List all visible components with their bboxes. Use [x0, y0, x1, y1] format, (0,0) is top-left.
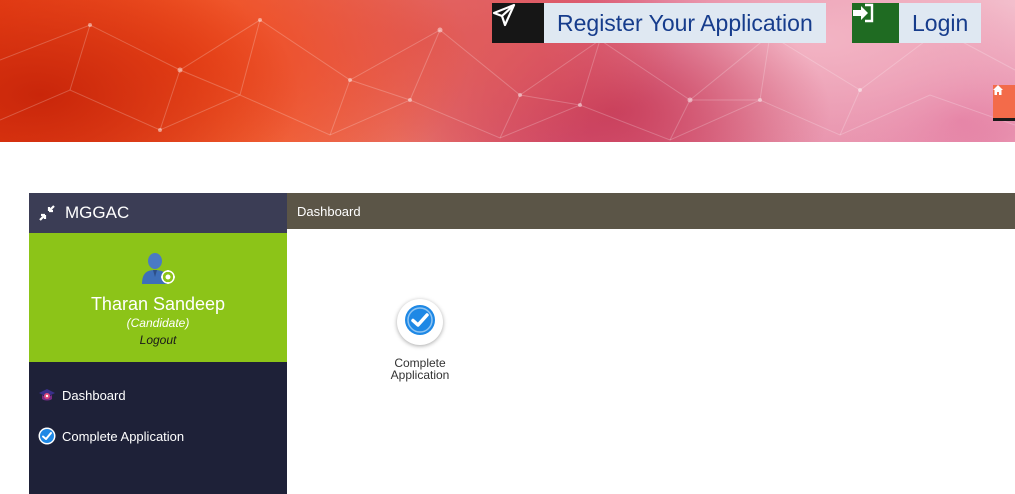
sidebar-item-complete-application[interactable]: Complete Application: [29, 426, 287, 446]
logout-link[interactable]: Logout: [140, 333, 177, 347]
graduation-cap-icon: [38, 386, 56, 404]
complete-application-tile[interactable]: Complete Application: [380, 299, 460, 381]
brand-name: MGGAC: [65, 203, 130, 222]
brand-bar: MGGAC: [29, 193, 287, 233]
header-banner: Register Your Application Login: [0, 0, 1015, 142]
sidebar-item-label: Dashboard: [62, 387, 126, 403]
tile-label-line2: Application: [390, 368, 450, 382]
register-button-label: Register Your Application: [544, 3, 826, 43]
register-button[interactable]: Register Your Application: [492, 3, 826, 43]
check-circle-icon: [404, 304, 436, 341]
user-profile-panel: Tharan Sandeep (Candidate) Logout: [29, 233, 287, 362]
tile-label: Complete Application: [380, 357, 460, 381]
sign-in-icon: [852, 3, 899, 43]
sidebar-nav: Dashboard Complete Application: [29, 362, 287, 446]
compress-arrows-icon[interactable]: [38, 204, 56, 222]
login-button-label: Login: [899, 3, 982, 43]
login-button[interactable]: Login: [852, 3, 982, 43]
page-title-bar: Dashboard: [287, 193, 1015, 229]
sidebar-item-dashboard[interactable]: Dashboard: [29, 385, 287, 405]
check-circle-icon: [38, 427, 56, 445]
tile-icon-circle: [397, 299, 443, 345]
sidebar: MGGAC Tharan Sandeep (Candidate) Logout: [29, 193, 287, 494]
user-role: (Candidate): [126, 316, 190, 330]
page-title: Dashboard: [297, 203, 361, 219]
user-avatar-icon: [141, 251, 175, 290]
user-name: Tharan Sandeep: [90, 294, 226, 314]
paper-plane-icon: [492, 3, 544, 43]
sidebar-item-label: Complete Application: [62, 428, 185, 444]
home-button[interactable]: [993, 85, 1015, 121]
